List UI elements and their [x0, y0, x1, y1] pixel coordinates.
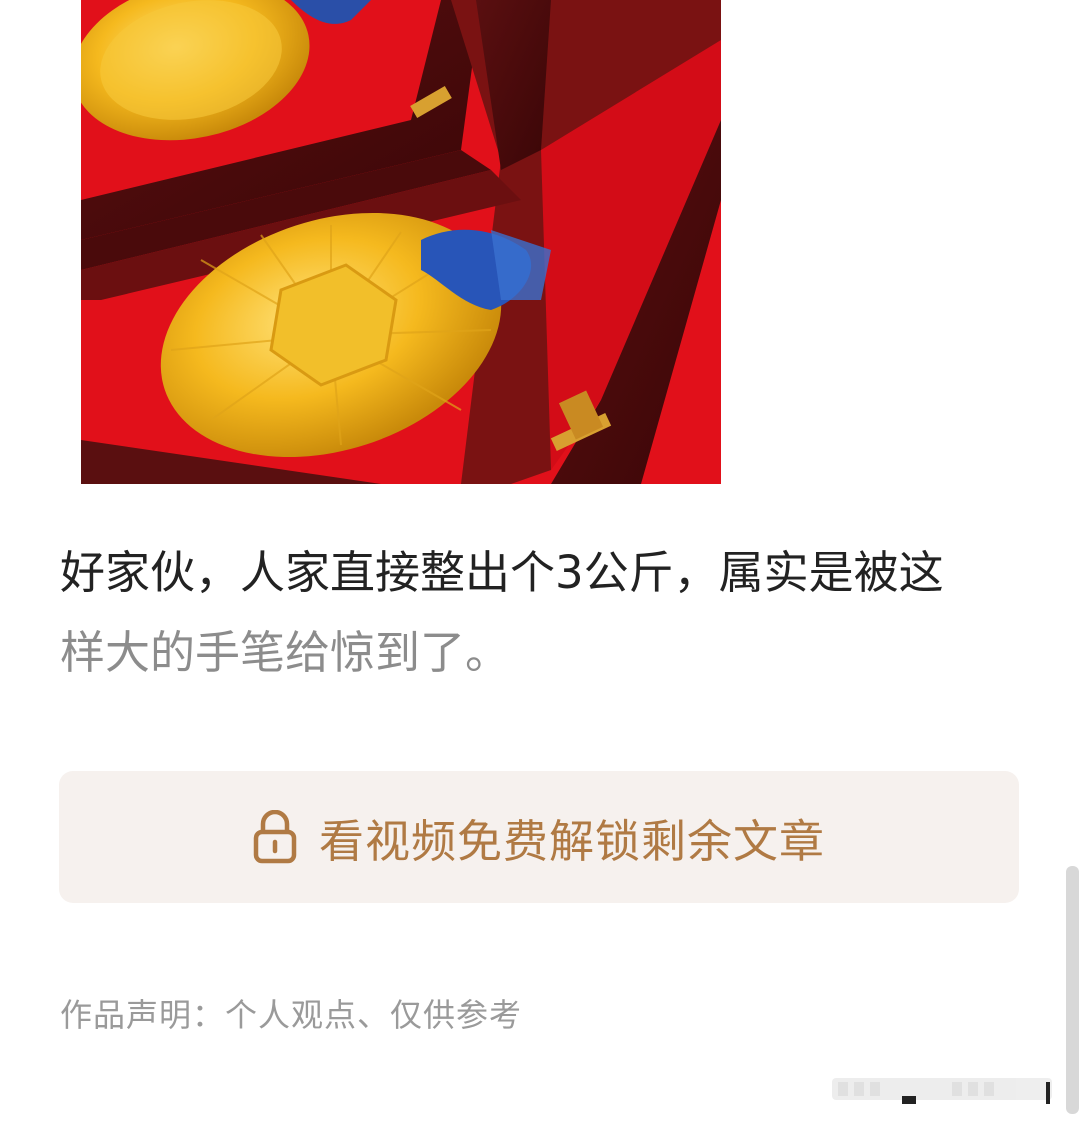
scrollbar-thumb[interactable] [1066, 866, 1079, 1114]
unlock-button-label: 看视频免费解锁剩余文章 [318, 814, 825, 868]
lock-icon [253, 810, 297, 864]
article-text-line-1: 好家伙，人家直接整出个3公斤，属实是被这 [60, 546, 944, 599]
work-disclaimer: 作品声明：个人观点、仅供参考 [60, 996, 523, 1034]
unlock-article-button[interactable]: 看视频免费解锁剩余文章 [59, 771, 1019, 903]
article-text-line-2: 样大的手笔给惊到了。 [60, 626, 511, 679]
article-photo[interactable] [81, 0, 721, 484]
watermark-logo [832, 1078, 1052, 1104]
